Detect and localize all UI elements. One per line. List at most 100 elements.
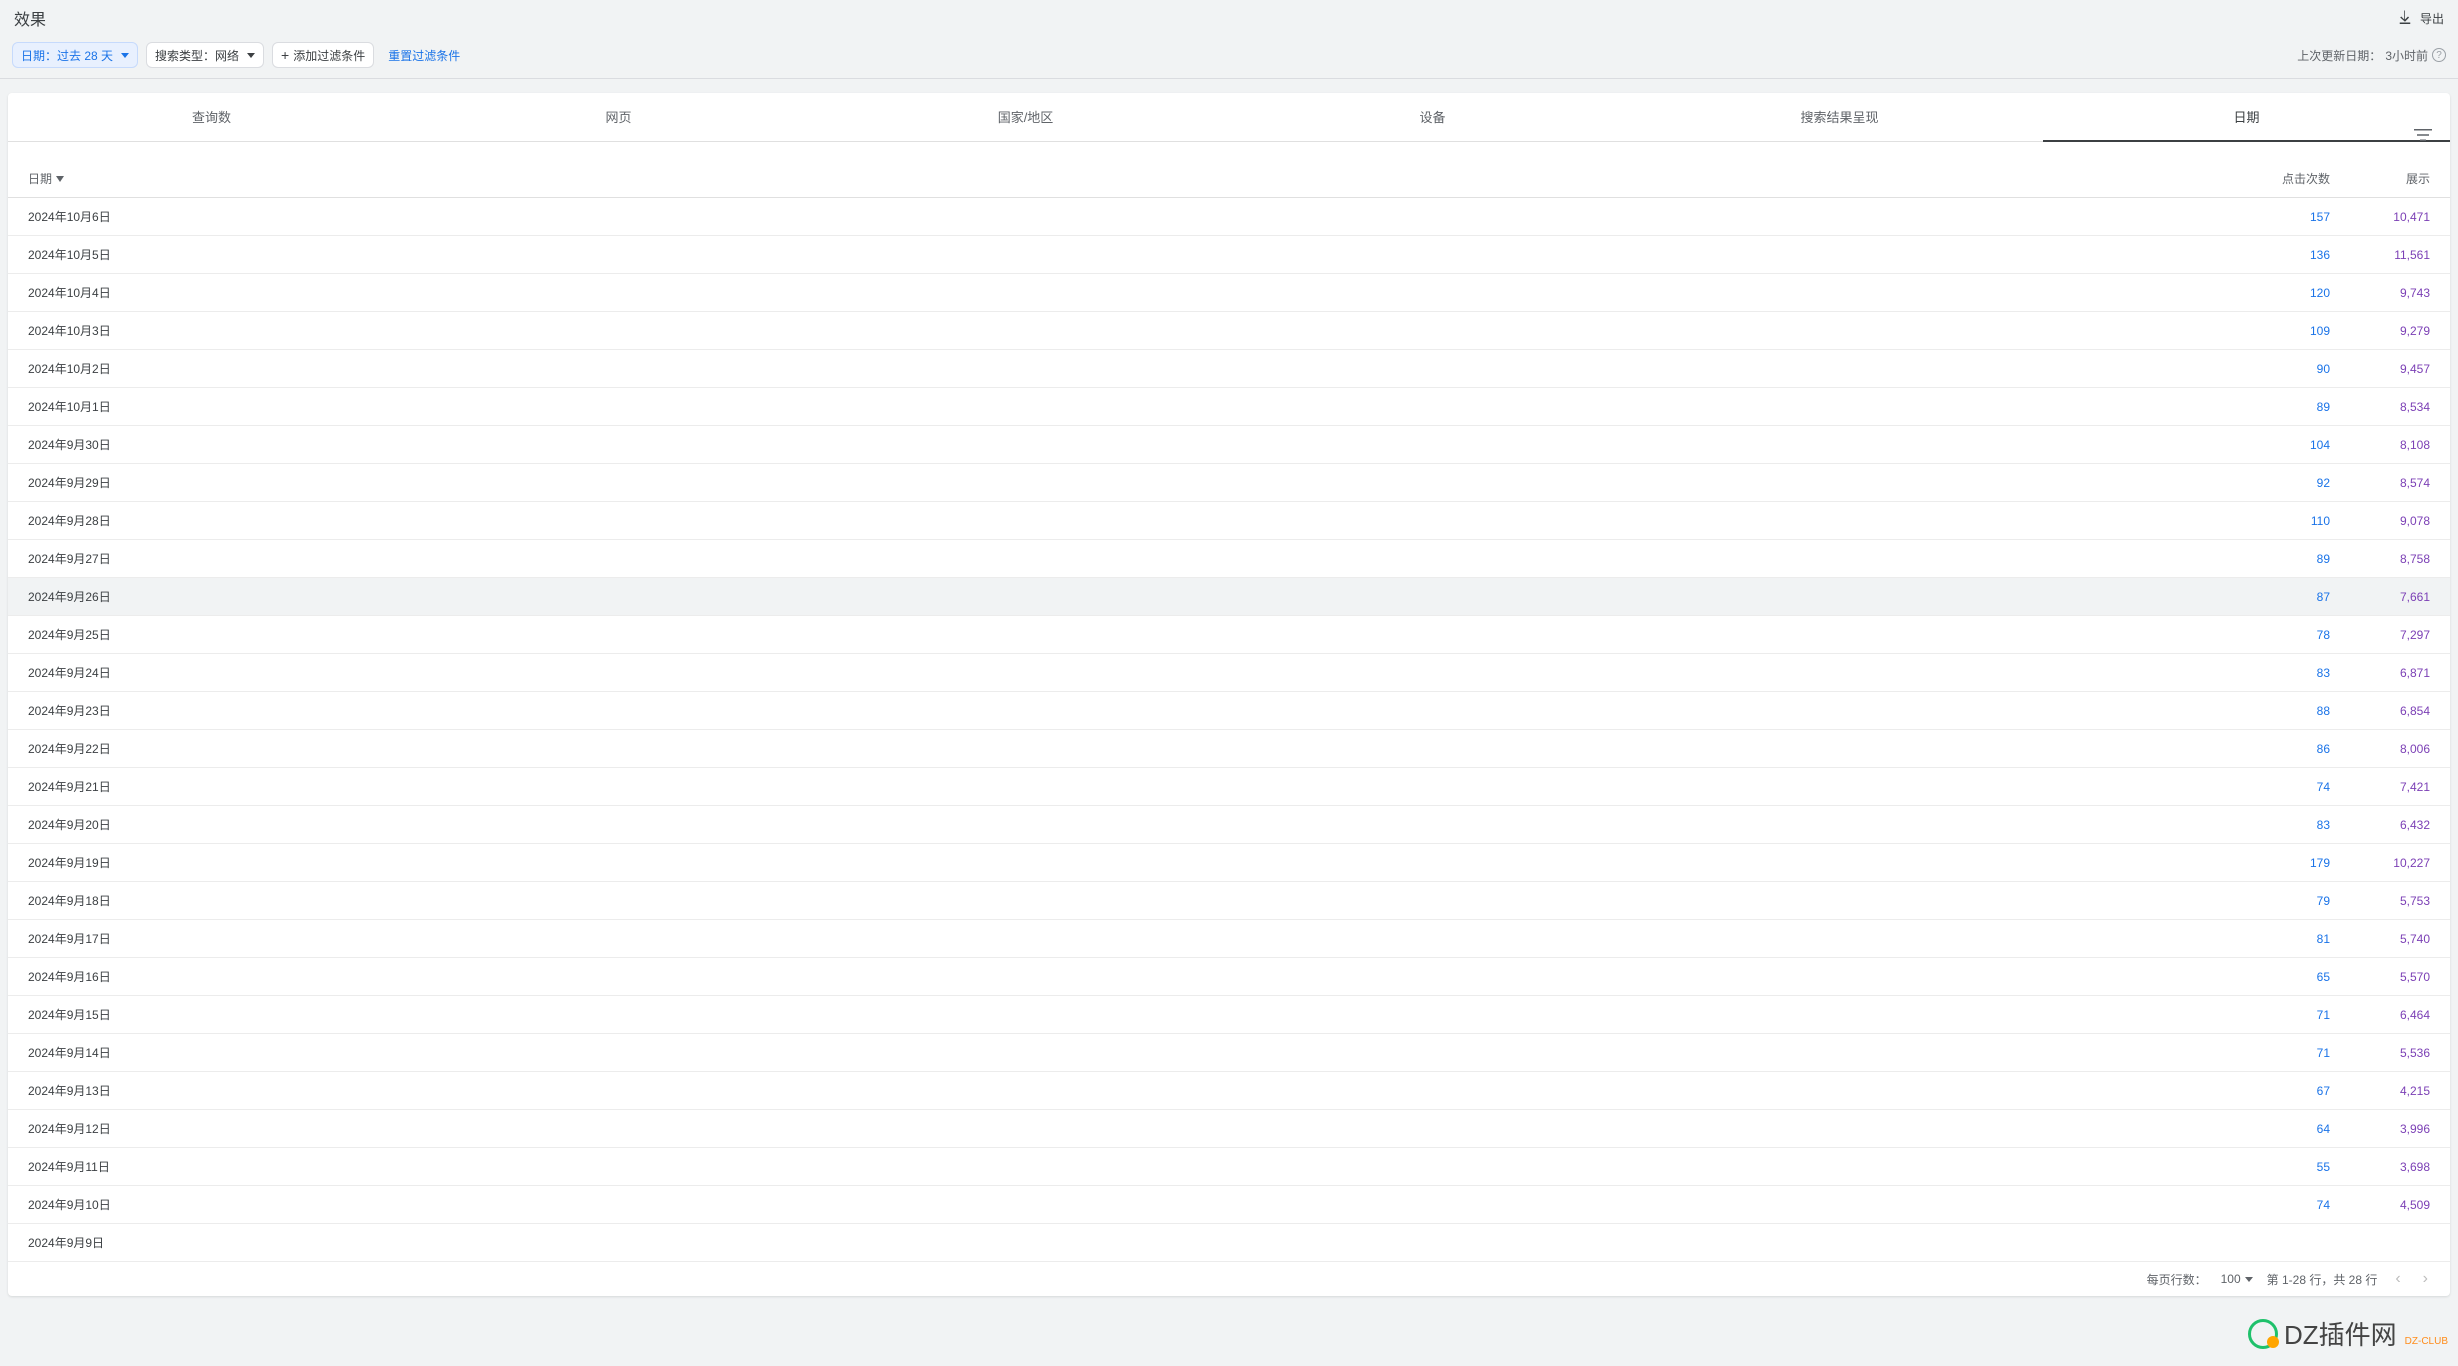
cell-clicks: 120	[2250, 286, 2330, 300]
cell-clicks: 89	[2250, 552, 2330, 566]
table-row[interactable]: 2024年9月28日110 9,078	[8, 502, 2450, 540]
cell-date: 2024年10月2日	[28, 360, 2250, 377]
cell-clicks: 86	[2250, 742, 2330, 756]
table-row[interactable]: 2024年9月13日674,215	[8, 1072, 2450, 1110]
cell-clicks: 92	[2250, 476, 2330, 490]
column-header-impressions[interactable]: 展示	[2350, 170, 2430, 187]
cell-date: 2024年9月17日	[28, 930, 2250, 947]
cell-impressions: 9,078	[2350, 514, 2430, 528]
cell-impressions: 3,996	[2350, 1122, 2430, 1136]
table-row[interactable]: 2024年9月10日74 4,509	[8, 1186, 2450, 1224]
cell-date: 2024年9月22日	[28, 740, 2250, 757]
cell-impressions: 6,871	[2350, 666, 2430, 680]
watermark-logo-icon	[2248, 1319, 2278, 1349]
table-row[interactable]: 2024年9月9日	[8, 1224, 2450, 1262]
watermark-sub: DZ-CLUB	[2405, 1336, 2448, 1347]
export-button[interactable]: 导出	[2396, 9, 2444, 27]
cell-impressions: 6,464	[2350, 1008, 2430, 1022]
table-row[interactable]: 2024年9月18日795,753	[8, 882, 2450, 920]
rows-per-page-select[interactable]: 100	[2221, 1272, 2253, 1286]
cell-impressions: 8,108	[2350, 438, 2430, 452]
table-row[interactable]: 2024年9月11日553,698	[8, 1148, 2450, 1186]
table-row[interactable]: 2024年9月19日17910,227	[8, 844, 2450, 882]
table-row[interactable]: 2024年9月25日787,297	[8, 616, 2450, 654]
pagination: 每页行数： 100 第 1-28 行，共 28 行 ‹ ›	[8, 1262, 2450, 1296]
table-row[interactable]: 2024年10月3日1099,279	[8, 312, 2450, 350]
tab-2[interactable]: 国家/地区	[822, 93, 1229, 141]
prev-page-button[interactable]: ‹	[2391, 1270, 2404, 1288]
table-row[interactable]: 2024年9月30日1048,108	[8, 426, 2450, 464]
cell-date: 2024年9月28日	[28, 512, 2250, 529]
cell-impressions: 9,457	[2350, 362, 2430, 376]
add-filter-label: 添加过滤条件	[293, 47, 365, 64]
table-row[interactable]: 2024年9月21日747,421	[8, 768, 2450, 806]
table-row[interactable]: 2024年9月12日64 3,996	[8, 1110, 2450, 1148]
info-icon[interactable]: ?	[2432, 48, 2446, 62]
table-row[interactable]: 2024年9月27日898,758	[8, 540, 2450, 578]
tab-4[interactable]: 搜索结果呈现	[1636, 93, 2043, 141]
download-icon	[2396, 9, 2414, 27]
cell-clicks: 78	[2250, 628, 2330, 642]
pagination-range: 第 1-28 行，共 28 行	[2267, 1271, 2378, 1288]
cell-clicks: 90	[2250, 362, 2330, 376]
cell-clicks: 87	[2250, 590, 2330, 604]
cell-date: 2024年9月19日	[28, 854, 2250, 871]
cell-clicks: 74	[2250, 1198, 2330, 1212]
cell-clicks: 110	[2250, 514, 2330, 528]
table-row[interactable]: 2024年10月1日898,534	[8, 388, 2450, 426]
cell-clicks: 79	[2250, 894, 2330, 908]
table-row[interactable]: 2024年9月24日836,871	[8, 654, 2450, 692]
table-row[interactable]: 2024年10月4日120 9,743	[8, 274, 2450, 312]
cell-clicks: 83	[2250, 818, 2330, 832]
search-type-chip[interactable]: 搜索类型：网络	[146, 42, 264, 68]
date-filter-chip[interactable]: 日期：过去 28 天	[12, 42, 138, 68]
column-date-label: 日期	[28, 170, 52, 187]
cell-date: 2024年9月15日	[28, 1006, 2250, 1023]
cell-date: 2024年10月4日	[28, 284, 2250, 301]
cell-date: 2024年9月11日	[28, 1158, 2250, 1175]
cell-date: 2024年9月10日	[28, 1196, 2250, 1213]
tab-0[interactable]: 查询数	[8, 93, 415, 141]
table-row[interactable]: 2024年9月16日655,570	[8, 958, 2450, 996]
cell-date: 2024年9月20日	[28, 816, 2250, 833]
cell-impressions: 4,215	[2350, 1084, 2430, 1098]
tab-1[interactable]: 网页	[415, 93, 822, 141]
table-row[interactable]: 2024年9月17日815,740	[8, 920, 2450, 958]
cell-impressions: 4,509	[2350, 1198, 2430, 1212]
reset-filters-link[interactable]: 重置过滤条件	[388, 47, 460, 64]
table-row[interactable]: 2024年9月14日715,536	[8, 1034, 2450, 1072]
watermark-text: DZ插件网	[2284, 1315, 2397, 1352]
cell-date: 2024年9月12日	[28, 1120, 2250, 1137]
cell-clicks: 64	[2250, 1122, 2330, 1136]
cell-date: 2024年9月29日	[28, 474, 2250, 491]
watermark: DZ插件网 DZ-CLUB	[2248, 1315, 2448, 1352]
tabs: 查询数网页国家/地区设备搜索结果呈现日期	[8, 93, 2450, 142]
chevron-down-icon	[247, 53, 255, 58]
add-filter-chip[interactable]: + 添加过滤条件	[272, 42, 374, 68]
cell-impressions: 9,743	[2350, 286, 2430, 300]
next-page-button[interactable]: ›	[2419, 1270, 2432, 1288]
content-area: 查询数网页国家/地区设备搜索结果呈现日期 日期 点击次数 展示 2024年10月…	[0, 79, 2458, 1296]
sort-desc-icon	[56, 176, 64, 182]
cell-date: 2024年10月1日	[28, 398, 2250, 415]
cell-date: 2024年9月23日	[28, 702, 2250, 719]
cell-date: 2024年9月14日	[28, 1044, 2250, 1061]
table-row[interactable]: 2024年10月6日15710,471	[8, 198, 2450, 236]
table-row[interactable]: 2024年9月20日836,432	[8, 806, 2450, 844]
cell-clicks: 71	[2250, 1046, 2330, 1060]
table-row[interactable]: 2024年10月5日13611,561	[8, 236, 2450, 274]
table-row[interactable]: 2024年9月23日886,854	[8, 692, 2450, 730]
cell-impressions: 10,471	[2350, 210, 2430, 224]
table-row[interactable]: 2024年9月22日868,006	[8, 730, 2450, 768]
table-row[interactable]: 2024年9月29日928,574	[8, 464, 2450, 502]
cell-impressions: 5,570	[2350, 970, 2430, 984]
table-row[interactable]: 2024年10月2日90 9,457	[8, 350, 2450, 388]
cell-date: 2024年9月9日	[28, 1234, 2250, 1251]
table-row[interactable]: 2024年9月15日716,464	[8, 996, 2450, 1034]
column-header-date[interactable]: 日期	[28, 170, 2250, 187]
column-header-clicks[interactable]: 点击次数	[2250, 170, 2330, 187]
tab-5[interactable]: 日期	[2043, 93, 2450, 142]
tab-3[interactable]: 设备	[1229, 93, 1636, 141]
page-title: 效果	[14, 6, 46, 30]
table-row[interactable]: 2024年9月26日877,661	[8, 578, 2450, 616]
